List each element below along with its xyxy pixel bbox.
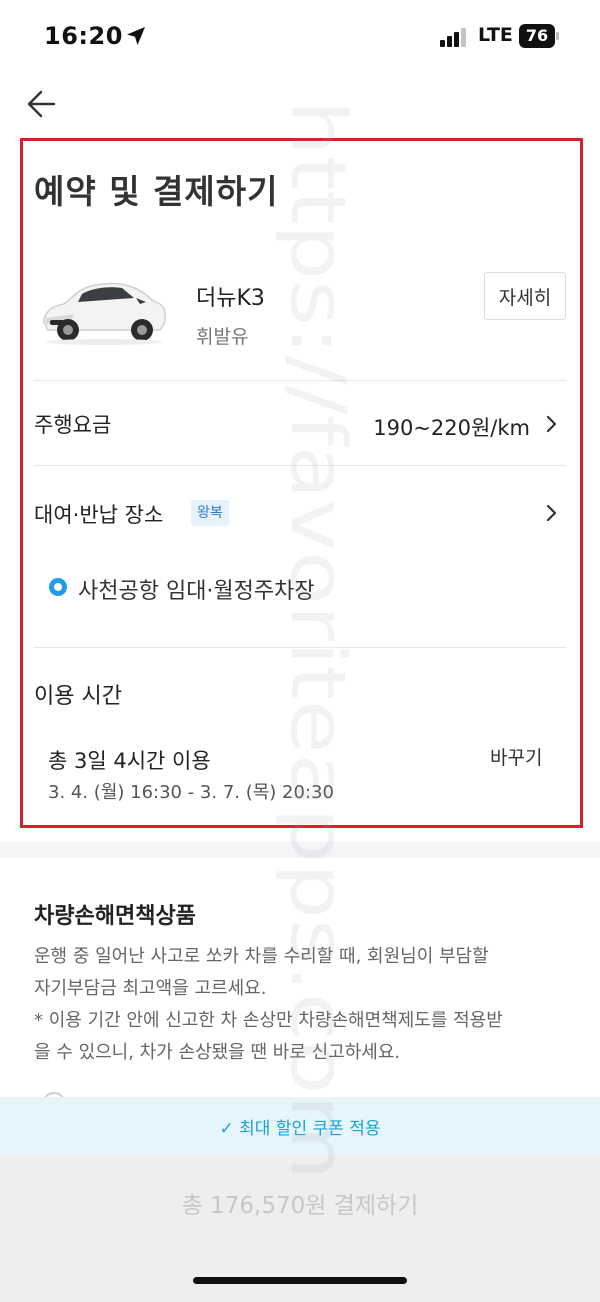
status-time: 16:20: [44, 22, 123, 50]
car-name: 더뉴K3: [196, 286, 265, 311]
car-fuel-type: 휘발유: [196, 326, 249, 348]
car-image: [43, 282, 166, 345]
chevron-right-icon[interactable]: [545, 503, 559, 523]
section-divider: [0, 842, 600, 858]
rental-place-label: 대여·반납 장소: [34, 503, 164, 527]
change-time-button[interactable]: 바꾸기: [490, 743, 542, 770]
battery-icon: 76: [519, 24, 559, 48]
location-arrow-icon: [127, 27, 145, 45]
status-bar: 16:20 LTE 76: [0, 0, 600, 72]
location-dot-icon: [49, 578, 67, 596]
usage-time-label: 이용 시간: [34, 684, 122, 709]
insurance-description: 운행 중 일어난 사고로 쏘카 차를 수리할 때, 회원님이 부담할 자기부담금…: [34, 941, 574, 1069]
usage-time-range: 3. 4. (월) 16:30 - 3. 7. (목) 20:30: [48, 782, 334, 803]
driving-fee-label: 주행요금: [34, 413, 112, 437]
divider: [34, 380, 566, 381]
divider: [34, 647, 566, 648]
usage-time-summary: 총 3일 4시간 이용: [48, 749, 211, 773]
highlight-box: [20, 138, 583, 828]
pay-button[interactable]: 총 176,570원 결제하기: [0, 1155, 600, 1250]
signal-icon: [440, 28, 466, 47]
page-title: 예약 및 결제하기: [34, 172, 279, 211]
driving-fee-value[interactable]: 190~220원/km: [373, 412, 530, 442]
rental-place-name: 사천공항 임대·월정주차장: [78, 579, 315, 604]
insurance-desc-line: 자기부담금 최고액을 고르세요.: [34, 978, 267, 999]
insurance-title: 차량손해면책상품: [34, 904, 196, 929]
insurance-desc-line: 운행 중 일어난 사고로 쏘카 차를 수리할 때, 회원님이 부담할: [34, 946, 489, 967]
home-indicator: [193, 1277, 407, 1284]
insurance-desc-line: 을 수 있으니, 차가 손상됐을 땐 바로 신고하세요.: [34, 1042, 401, 1063]
insurance-desc-line: * 이용 기간 안에 신고한 차 손상만 차량손해면책제도를 적용받: [34, 1010, 503, 1031]
details-button[interactable]: 자세히: [484, 272, 566, 320]
divider: [34, 465, 566, 466]
coupon-banner[interactable]: ✓ 최대 할인 쿠폰 적용: [0, 1097, 600, 1155]
battery-level: 76: [525, 26, 549, 45]
network-type: LTE: [478, 24, 513, 46]
round-trip-badge: 왕복: [191, 500, 229, 526]
chevron-right-icon[interactable]: [545, 414, 559, 434]
back-arrow-icon[interactable]: [24, 86, 60, 122]
